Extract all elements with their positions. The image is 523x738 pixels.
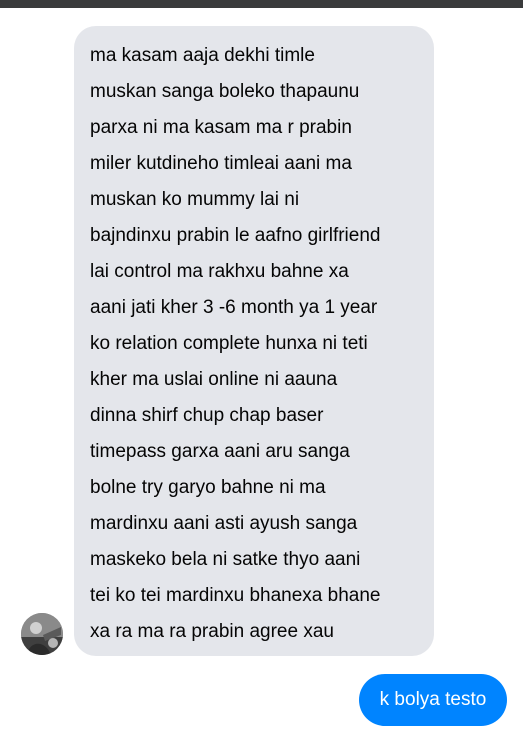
- sender-avatar[interactable]: [21, 613, 63, 655]
- message-line: lai control ma rakhxu bahne xa: [90, 261, 349, 282]
- message-line: ko relation complete hunxa ni teti: [90, 333, 368, 354]
- user-avatar-photo-icon: [21, 613, 63, 655]
- message-line: timepass garxa aani aru sanga: [90, 441, 350, 462]
- message-line: muskan sanga boleko thapaunu: [90, 81, 360, 102]
- message-line: miler kutdineho timleai aani ma: [90, 153, 352, 174]
- message-line: mardinxu aani asti ayush sanga: [90, 513, 358, 534]
- message-line: kher ma uslai online ni aauna: [90, 369, 338, 390]
- message-line: muskan ko mummy lai ni: [90, 189, 300, 210]
- chat-thread: ma kasam aaja dekhi timle muskan sanga b…: [0, 8, 523, 738]
- outgoing-message-text: k bolya testo: [379, 689, 487, 710]
- message-line: dinna shirf chup chap baser: [90, 405, 324, 426]
- message-line: maskeko bela ni satke thyo aani: [90, 549, 361, 570]
- message-line: bajndinxu prabin le aafno girlfriend: [90, 225, 381, 246]
- window-top-bar: [0, 0, 523, 8]
- incoming-message-bubble[interactable]: ma kasam aaja dekhi timle muskan sanga b…: [74, 26, 434, 656]
- outgoing-message-bubble[interactable]: k bolya testo: [359, 674, 507, 726]
- message-line: ma kasam aaja dekhi timle: [90, 45, 315, 66]
- message-line: parxa ni ma kasam ma r prabin: [90, 117, 352, 138]
- message-line: tei ko tei mardinxu bhanexa bhane: [90, 585, 381, 606]
- message-line: xa ra ma ra prabin agree xau: [90, 621, 334, 642]
- message-line: aani jati kher 3 -6 month ya 1 year: [90, 297, 378, 318]
- message-line: bolne try garyo bahne ni ma: [90, 477, 326, 498]
